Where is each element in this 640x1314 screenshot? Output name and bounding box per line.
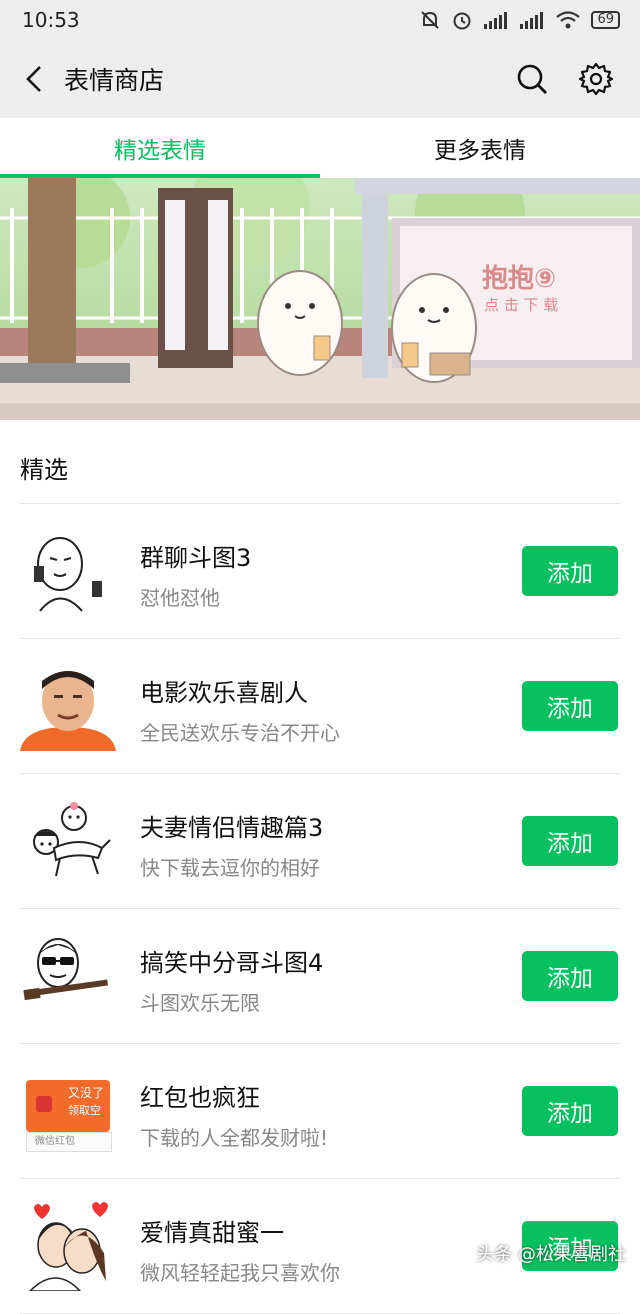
sticker-thumbnail (20, 671, 116, 751)
battery-indicator: 69 (591, 11, 620, 29)
alarm-icon (453, 12, 471, 30)
mute-bell-icon (421, 11, 440, 29)
watermark: 头条 @松果喜剧社 (476, 1244, 626, 1265)
sticker-name: 夫妻情侣情趣篇3 (140, 814, 324, 842)
list-item[interactable]: 搞笑中分哥斗图4 斗图欢乐无限 添加 (20, 909, 620, 1044)
sticker-list: 群聊斗图3 怼他怼他 添加 电影欢乐喜剧人 全民送欢乐专治不开心 添加 夫妻情侣… (0, 504, 640, 1314)
tab-more[interactable]: 更多表情 (320, 118, 640, 178)
sticker-thumbnail (23, 938, 109, 1001)
search-button[interactable] (514, 61, 550, 97)
wifi-icon (556, 11, 581, 29)
search-icon (517, 64, 547, 94)
back-arrow-icon (26, 66, 41, 92)
status-bar: 10:53 69 (0, 0, 640, 40)
page-title: 表情商店 (64, 66, 165, 95)
tab-featured[interactable]: 精选表情 (0, 118, 320, 178)
status-icons: 69 (419, 9, 620, 31)
sticker-name: 群聊斗图3 (140, 544, 252, 572)
list-item[interactable]: 夫妻情侣情趣篇3 快下载去逗你的相好 添加 (20, 774, 620, 909)
sticker-name: 爱情真甜蜜一 (140, 1219, 284, 1247)
sticker-thumbnail: 又没了 领取空 微信红包 (20, 1066, 116, 1156)
sticker-desc: 怼他怼他 (140, 586, 220, 610)
back-button[interactable] (18, 59, 50, 99)
signal-icon (484, 12, 508, 29)
banner-sub-text: 点 击 下 载 (484, 296, 559, 314)
sticker-name: 红包也疯狂 (140, 1084, 260, 1112)
add-button[interactable]: 添加 (522, 546, 618, 596)
sticker-name: 电影欢乐喜剧人 (140, 679, 308, 707)
settings-button[interactable] (578, 61, 614, 97)
status-time: 10:53 (22, 8, 80, 32)
sticker-desc: 下载的人全都发财啦! (140, 1126, 329, 1150)
redpacket-footer: 微信红包 (26, 1132, 112, 1152)
sticker-thumbnail (33, 802, 111, 877)
sticker-desc: 微风轻轻起我只喜欢你 (140, 1261, 340, 1285)
sticker-desc: 快下载去逗你的相好 (140, 856, 320, 880)
signal-icon-2 (520, 12, 544, 29)
add-button[interactable]: 添加 (522, 816, 618, 866)
add-button[interactable]: 添加 (522, 681, 618, 731)
sticker-name: 搞笑中分哥斗图4 (140, 949, 324, 977)
redpacket-line2: 领取空 (68, 1104, 101, 1117)
list-item[interactable]: 又没了 领取空 微信红包 红包也疯狂 下载的人全都发财啦! 添加 (20, 1044, 620, 1179)
add-button[interactable]: 添加 (522, 951, 618, 1001)
list-item[interactable]: 电影欢乐喜剧人 全民送欢乐专治不开心 添加 (20, 639, 620, 774)
title-bar: 表情商店 (0, 40, 640, 118)
tab-bar: 精选表情 更多表情 (0, 118, 640, 178)
add-button[interactable]: 添加 (522, 1086, 618, 1136)
promo-banner[interactable]: 抱抱⑨ 点 击 下 载 (0, 178, 640, 420)
section-title: 精选 (20, 456, 68, 484)
redpacket-line1: 又没了 (68, 1086, 105, 1100)
list-item[interactable]: 群聊斗图3 怼他怼他 添加 (20, 504, 620, 639)
sticker-thumbnail (28, 1202, 108, 1291)
sticker-desc: 全民送欢乐专治不开心 (140, 721, 340, 745)
banner-brand-text: 抱抱⑨ (482, 264, 557, 294)
gear-icon (579, 62, 613, 96)
sticker-thumbnail (34, 537, 102, 612)
sticker-desc: 斗图欢乐无限 (140, 991, 260, 1015)
redpacket-seal-icon (36, 1096, 52, 1112)
